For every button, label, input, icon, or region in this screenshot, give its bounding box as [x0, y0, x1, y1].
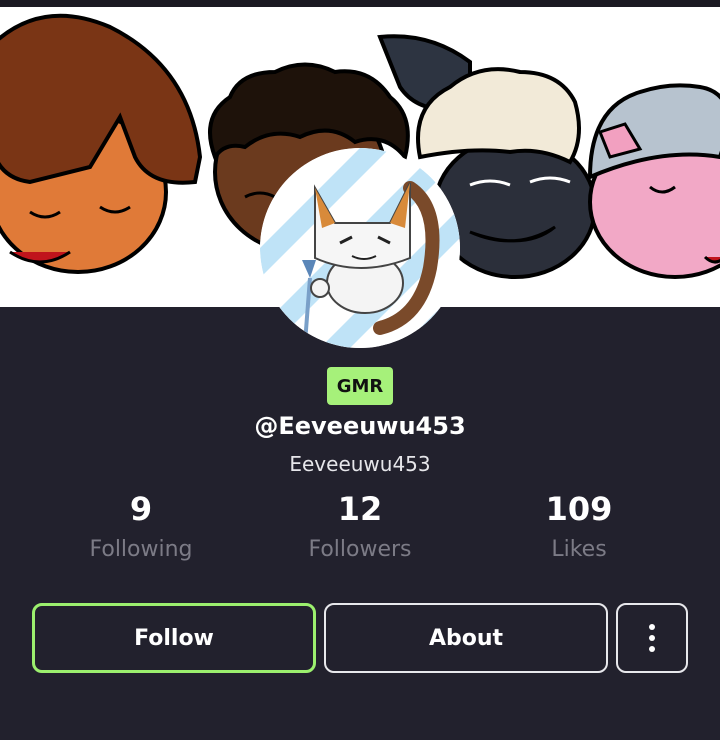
stat-followers-value: 12: [337, 490, 383, 528]
stat-followers-label: Followers: [308, 537, 412, 562]
stat-following[interactable]: 9 Following: [21, 488, 261, 568]
stat-likes-value: 109: [545, 490, 613, 528]
stat-likes: 109 Likes: [459, 488, 699, 568]
gmr-badge: GMR: [327, 367, 393, 405]
more-options-button[interactable]: [616, 603, 688, 673]
profile-handle: @Eeveeuwu453: [254, 412, 466, 440]
about-button-label: About: [428, 625, 504, 651]
about-button[interactable]: About: [324, 603, 608, 673]
more-vertical-icon: [649, 624, 655, 630]
stat-following-value: 9: [129, 490, 153, 528]
banner-character-orange: [0, 13, 203, 274]
profile-username: Eeveeuwu453: [289, 452, 431, 476]
follow-button[interactable]: Follow: [32, 603, 316, 673]
banner-character-pink: [587, 83, 720, 279]
more-vertical-icon-dot: [649, 635, 655, 641]
follow-button-label: Follow: [134, 625, 214, 651]
stat-following-label: Following: [89, 537, 193, 562]
top-status-strip: [0, 0, 720, 7]
more-vertical-icon-dot: [649, 646, 655, 652]
profile-avatar[interactable]: [260, 148, 460, 348]
stat-likes-label: Likes: [551, 537, 607, 562]
stat-followers[interactable]: 12 Followers: [240, 488, 480, 568]
